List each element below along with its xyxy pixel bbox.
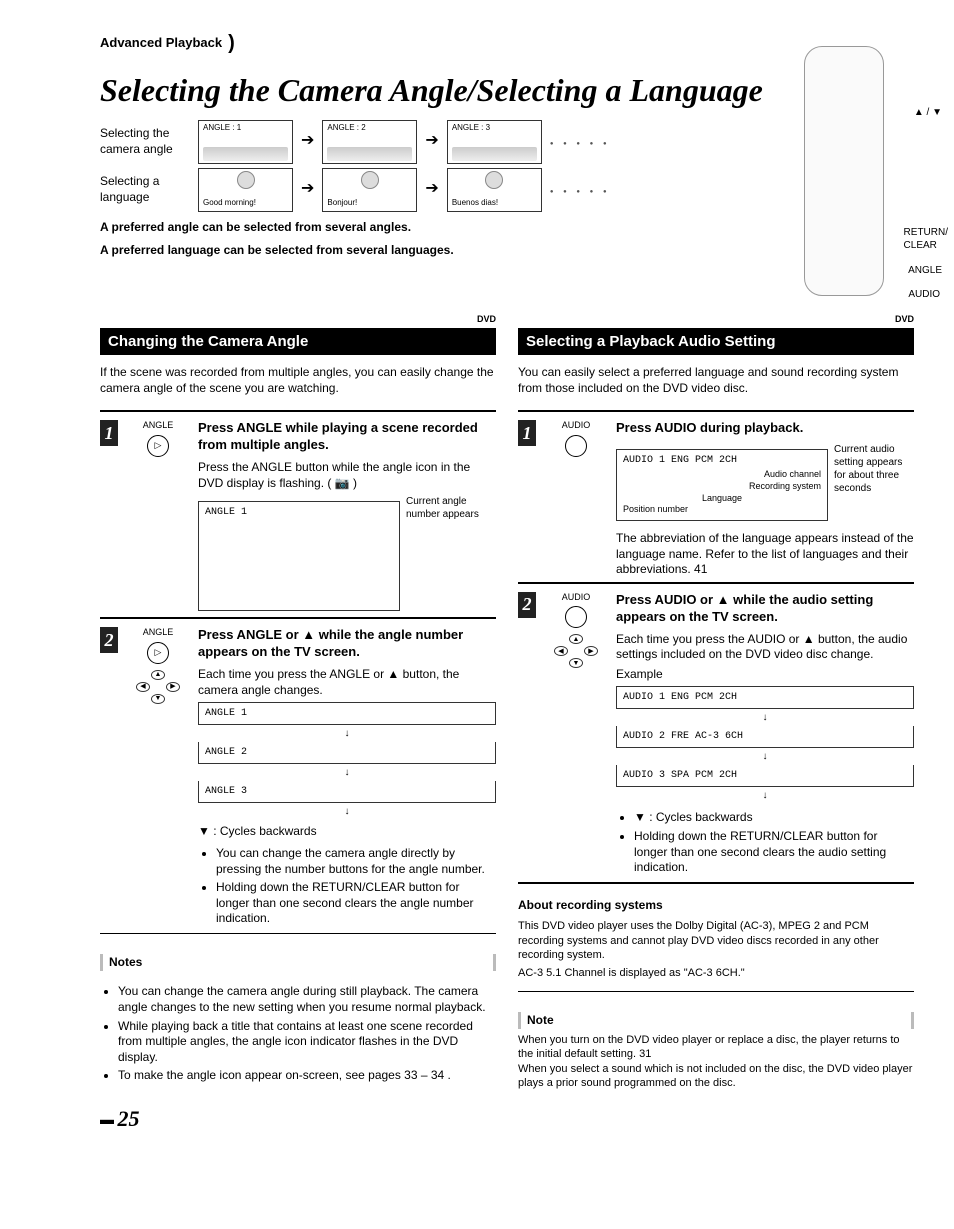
osd-audio-cycle: AUDIO 1 ENG PCM 2CH ↓ AUDIO 2 FRE AC-3 6…	[616, 686, 914, 804]
right-column: DVD Selecting a Playback Audio Setting Y…	[518, 314, 914, 1093]
angle-thumb-1: ANGLE : 1	[198, 120, 293, 164]
section-bar-angle: Changing the Camera Angle	[100, 328, 496, 356]
step-number-2: 2	[100, 627, 118, 653]
lang-thumb-3: Buenos dias!	[447, 168, 542, 212]
breadcrumb: Advanced Playback	[100, 35, 222, 52]
example-label: Example	[616, 667, 914, 683]
osd-callout: Current angle number appears	[406, 495, 496, 521]
step1-head: Press ANGLE while playing a scene record…	[198, 420, 496, 454]
cycles-backwards: ▼ : Cycles backwards	[634, 810, 914, 826]
step2-head: Press ANGLE or ▲ while the angle number …	[198, 627, 496, 661]
arrow-icon	[425, 179, 438, 200]
note-body: When you turn on the DVD video player or…	[518, 1033, 914, 1062]
osd-audio-display: AUDIO 1 ENG PCM 2CH Audio channel Record…	[616, 449, 828, 521]
lang-thumb-1: Good morning!	[198, 168, 293, 212]
step1-body: Press the ANGLE button while the angle i…	[198, 460, 496, 491]
about-body: This DVD video player uses the Dolby Dig…	[518, 919, 914, 962]
audio-step1-head: Press AUDIO during playback.	[616, 420, 914, 437]
left-column: DVD Changing the Camera Angle If the sce…	[100, 314, 496, 1093]
intro-angle-label: Selecting the camera angle	[100, 126, 190, 157]
continuation-dots	[550, 134, 611, 150]
dpad-icon: ▲▼◀▶	[554, 634, 598, 668]
continuation-dots	[550, 182, 611, 198]
osd-angle-display: ANGLE 1	[198, 501, 400, 611]
angle-button-label: ANGLE	[128, 420, 188, 432]
remote-label-updown: ▲ / ▼	[914, 106, 942, 119]
arrow-icon	[301, 131, 314, 152]
remote-diagram: ▲ / ▼ RETURN/ CLEAR ANGLE AUDIO	[804, 66, 914, 296]
note-heading: Note	[518, 1012, 914, 1030]
step-number-1: 1	[518, 420, 536, 446]
audio-lead: You can easily select a preferred langua…	[518, 365, 914, 396]
step-number-2: 2	[518, 592, 536, 618]
angle-lead: If the scene was recorded from multiple …	[100, 365, 496, 396]
about-body-2: AC-3 5.1 Channel is displayed as "AC-3 6…	[518, 966, 914, 980]
audio-button-icon	[565, 435, 587, 457]
audio-button-icon	[565, 606, 587, 628]
angle-button-label: ANGLE	[128, 627, 188, 639]
angle-thumb-3: ANGLE : 3	[447, 120, 542, 164]
remote-label-audio: AUDIO	[908, 288, 940, 301]
note-item: While playing back a title that contains…	[118, 1019, 496, 1066]
audio-button-label: AUDIO	[546, 420, 606, 432]
osd-side-note: Current audio setting appears for about …	[834, 443, 914, 495]
page-title: Selecting the Camera Angle/Selecting a L…	[100, 70, 794, 112]
section-bar-audio: Selecting a Playback Audio Setting	[518, 328, 914, 356]
note-item: You can change the camera angle during s…	[118, 984, 496, 1015]
arrow-icon	[425, 131, 438, 152]
notes-heading: Notes	[100, 954, 496, 972]
angle-button-icon: ▷	[147, 642, 169, 664]
note-item: To make the angle icon appear on-screen,…	[118, 1068, 496, 1084]
angle-thumb-2: ANGLE : 2	[322, 120, 417, 164]
audio-bullet: Holding down the RETURN/CLEAR button for…	[634, 829, 914, 876]
intro-lang-label: Selecting a language	[100, 174, 190, 205]
osd-angle-cycle: ANGLE 1 ↓ ANGLE 2 ↓ ANGLE 3 ↓	[198, 702, 496, 820]
angle-bullet: You can change the camera angle directly…	[216, 846, 496, 877]
preferred-line-2: A preferred language can be selected fro…	[100, 243, 794, 259]
angle-button-icon: ▷	[147, 435, 169, 457]
audio-button-label: AUDIO	[546, 592, 606, 604]
audio-step2-head: Press AUDIO or ▲ while the audio setting…	[616, 592, 914, 626]
page-number: 25	[100, 1105, 914, 1134]
dvd-tag: DVD	[518, 314, 914, 326]
breadcrumb-decor: )	[228, 30, 235, 56]
remote-label-angle: ANGLE	[908, 264, 942, 277]
note-body-2: When you select a sound which is not inc…	[518, 1062, 914, 1091]
preferred-line-1: A preferred angle can be selected from s…	[100, 220, 794, 236]
audio-step2-body: Each time you press the AUDIO or ▲ butto…	[616, 632, 914, 663]
about-heading: About recording systems	[518, 898, 914, 914]
dpad-icon: ▲▼◀▶	[136, 670, 180, 704]
step-number-1: 1	[100, 420, 118, 446]
step2-body: Each time you press the ANGLE or ▲ butto…	[198, 667, 496, 698]
angle-bullet: Holding down the RETURN/CLEAR button for…	[216, 880, 496, 927]
lang-thumb-2: Bonjour!	[322, 168, 417, 212]
cycles-backwards: ▼ : Cycles backwards	[198, 824, 496, 840]
arrow-icon	[301, 179, 314, 200]
dvd-tag: DVD	[100, 314, 496, 326]
abbrev-note: The abbreviation of the language appears…	[616, 531, 914, 578]
remote-label-return: RETURN/ CLEAR	[904, 226, 948, 252]
